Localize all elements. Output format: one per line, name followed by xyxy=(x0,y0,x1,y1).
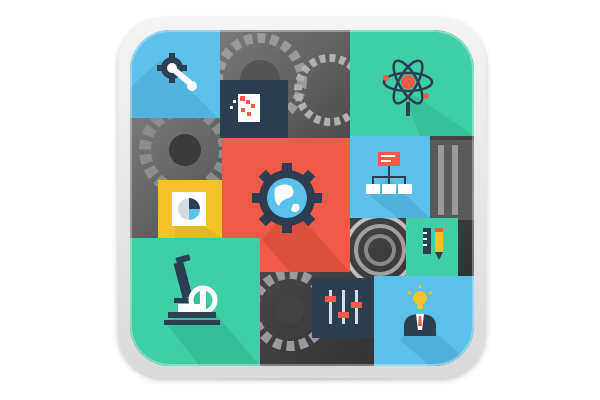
mixer-sliders-icon xyxy=(325,290,362,324)
tile-atom xyxy=(350,30,474,136)
tile-org-chart xyxy=(350,136,430,218)
tile-gear-wrench xyxy=(130,30,220,120)
tile-microscope xyxy=(130,238,260,366)
tile-pencil-ruler xyxy=(406,218,458,276)
app-icon xyxy=(130,30,474,366)
globe-gear-icon xyxy=(252,163,322,233)
tile-pixel-document xyxy=(220,80,288,138)
pie-chart-icon xyxy=(172,192,206,226)
tile-idea-businessman xyxy=(374,276,474,366)
tile-mixer-sliders xyxy=(312,278,374,338)
tile-pie-chart xyxy=(158,180,222,238)
